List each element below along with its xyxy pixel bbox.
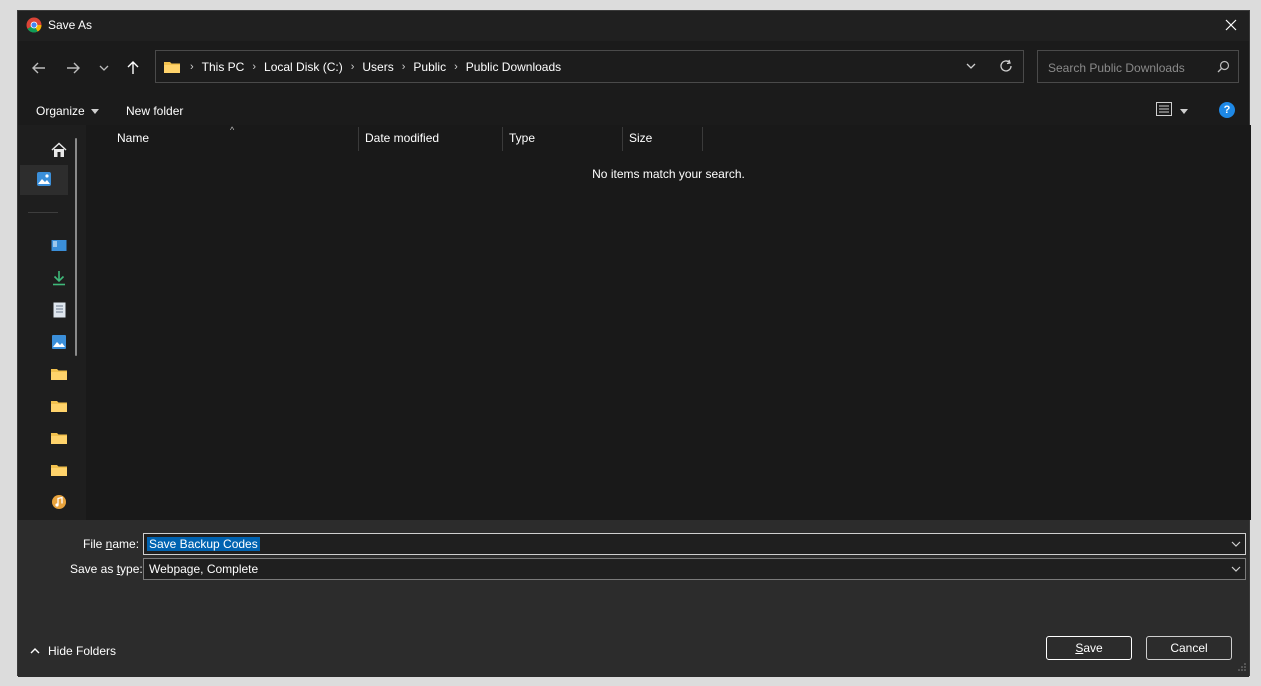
column-divider[interactable]	[502, 127, 503, 151]
chevron-down-icon	[965, 60, 977, 75]
save-as-dialog: Save As › This PC › Local Disk (C:) › Us…	[17, 10, 1251, 677]
save-type-value: Webpage, Complete	[149, 562, 259, 576]
arrow-left-icon	[31, 60, 47, 79]
folder-icon	[164, 60, 180, 77]
refresh-icon	[999, 59, 1013, 76]
breadcrumb-local-disk[interactable]: Local Disk (C:)	[260, 60, 347, 74]
window-title: Save As	[48, 18, 93, 32]
close-button[interactable]	[1213, 11, 1249, 41]
file-list: ^ Name Date modified Type Size No items …	[86, 125, 1251, 520]
column-divider[interactable]	[702, 127, 703, 151]
sort-ascending-icon: ^	[230, 125, 235, 135]
folder-icon[interactable]	[51, 430, 67, 446]
back-button[interactable]	[27, 57, 51, 81]
cancel-button[interactable]: Cancel	[1146, 636, 1232, 660]
breadcrumb-separator-icon: ›	[190, 61, 194, 73]
save-type-select[interactable]: Webpage, Complete	[143, 558, 1246, 580]
file-name-label: File name:	[83, 537, 140, 551]
desktop-icon[interactable]	[51, 238, 67, 254]
help-icon[interactable]: ?	[1219, 102, 1235, 118]
chevron-down-icon[interactable]	[1231, 538, 1241, 552]
save-options-panel: File name: Save Backup Codes Save as typ…	[18, 520, 1249, 677]
breadcrumb-separator-icon: ›	[401, 61, 406, 73]
address-history-button[interactable]	[962, 59, 980, 75]
organize-button[interactable]: Organize	[36, 104, 99, 118]
refresh-button[interactable]	[996, 57, 1016, 77]
column-date-modified[interactable]: Date modified	[365, 131, 439, 153]
nav-gallery[interactable]	[20, 165, 68, 195]
chevron-down-icon[interactable]	[1231, 563, 1241, 577]
file-name-field[interactable]: Save Backup Codes	[143, 533, 1246, 555]
breadcrumb-separator-icon: ›	[252, 61, 257, 73]
up-button[interactable]	[121, 57, 145, 81]
address-bar[interactable]: › This PC › Local Disk (C:) › Users › Pu…	[155, 50, 1024, 83]
breadcrumb-separator-icon: ›	[350, 61, 355, 73]
search-input[interactable]	[1046, 59, 1210, 77]
resize-grip-icon[interactable]	[1238, 660, 1246, 674]
folder-icon[interactable]	[51, 462, 67, 478]
music-icon[interactable]	[51, 494, 67, 510]
change-view-button[interactable]	[1156, 102, 1188, 119]
search-icon[interactable]	[1217, 60, 1230, 76]
breadcrumb: › This PC › Local Disk (C:) › Users › Pu…	[186, 60, 565, 74]
empty-message: No items match your search.	[592, 167, 745, 181]
search-box[interactable]	[1037, 50, 1239, 83]
column-size[interactable]: Size	[629, 131, 652, 153]
new-folder-button[interactable]: New folder	[126, 104, 183, 118]
recent-locations-button[interactable]	[92, 57, 116, 81]
column-divider[interactable]	[622, 127, 623, 151]
column-divider[interactable]	[358, 127, 359, 151]
hide-folders-label: Hide Folders	[48, 644, 117, 658]
navigation-pane	[18, 125, 86, 520]
folder-icon[interactable]	[51, 366, 67, 382]
breadcrumb-public-downloads[interactable]: Public Downloads	[462, 60, 565, 74]
command-bar: Organize New folder ?	[18, 97, 1249, 125]
caret-down-icon	[90, 104, 99, 118]
save-button[interactable]: Save	[1046, 636, 1132, 660]
nav-scrollbar[interactable]	[75, 138, 77, 356]
gallery-icon	[36, 171, 52, 190]
details-view-icon	[1156, 102, 1172, 119]
home-icon[interactable]	[51, 142, 67, 158]
column-name[interactable]: Name	[117, 131, 149, 153]
hide-folders-button[interactable]: Hide Folders	[30, 644, 116, 658]
caret-down-icon	[1180, 104, 1188, 118]
breadcrumb-separator-icon: ›	[454, 61, 458, 73]
file-name-value[interactable]: Save Backup Codes	[147, 537, 260, 551]
chevron-down-icon	[98, 62, 110, 77]
chevron-up-icon	[30, 644, 40, 658]
pictures-icon[interactable]	[51, 334, 67, 350]
folder-icon[interactable]	[51, 398, 67, 414]
navigation-bar: › This PC › Local Disk (C:) › Users › Pu…	[18, 41, 1249, 97]
arrow-right-icon	[65, 60, 81, 79]
breadcrumb-users[interactable]: Users	[358, 60, 397, 74]
nav-divider	[28, 212, 58, 213]
documents-icon[interactable]	[51, 302, 67, 318]
breadcrumb-public[interactable]: Public	[409, 60, 450, 74]
arrow-up-icon	[125, 60, 141, 79]
title-bar: Save As	[18, 11, 1249, 41]
organize-label: Organize	[36, 104, 85, 118]
breadcrumb-this-pc[interactable]: This PC	[198, 60, 249, 74]
save-type-label: Save as type:	[70, 562, 143, 576]
chrome-icon	[26, 17, 42, 33]
forward-button[interactable]	[61, 57, 85, 81]
close-icon	[1225, 19, 1237, 34]
downloads-icon[interactable]	[51, 270, 67, 286]
column-type[interactable]: Type	[509, 131, 535, 153]
